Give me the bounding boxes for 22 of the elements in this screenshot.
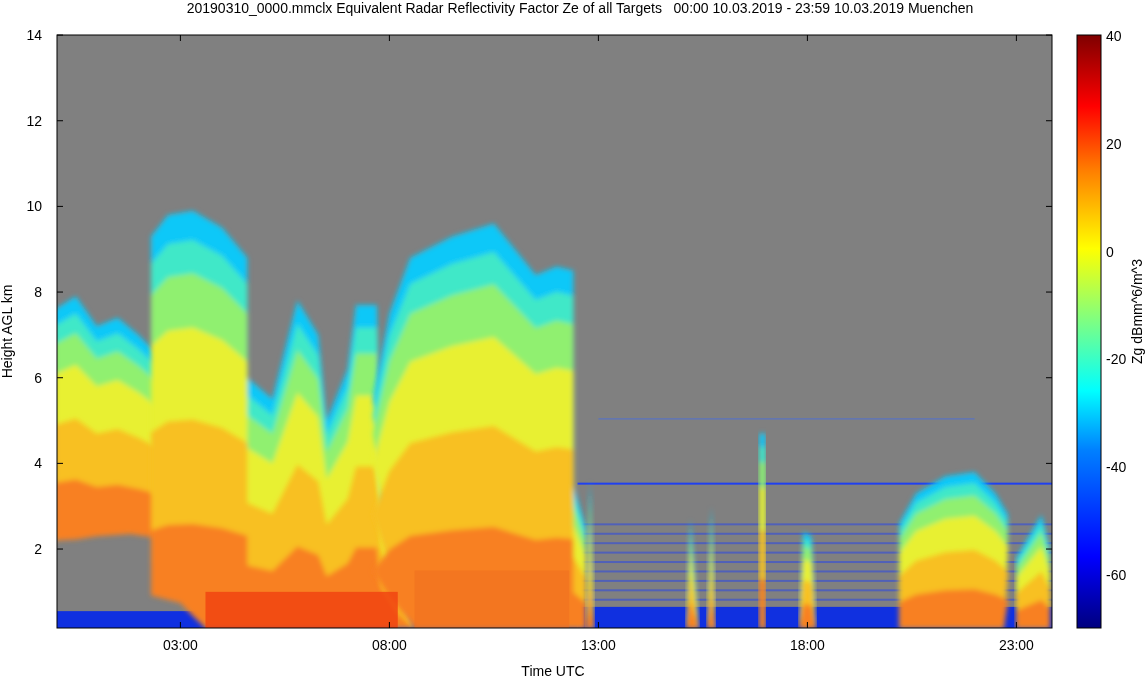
colorbar-tick-label: -20 [1106, 351, 1127, 368]
y-tick-label: 10 [26, 198, 42, 215]
chart-title: 20190310_0000.mmclx Equivalent Radar Reflectivity Factor Ze of all Targets 00:00 10.03.2019 - 23:59 10.03.2019 Muenchen [186, 0, 974, 16]
y-tick-label: 12 [26, 112, 42, 129]
colorbar-tick-label: 0 [1106, 243, 1114, 260]
y-tick-label: 8 [34, 284, 42, 301]
colorbar-label: Zg dBmm^6/m^3 [1129, 259, 1145, 364]
x-tick-label: 23:00 [998, 637, 1034, 653]
y-tick-label: 4 [34, 455, 42, 472]
colorbar-tick-label: -40 [1106, 459, 1127, 476]
x-tick-label: 08:00 [371, 637, 407, 653]
x-tick-label: 18:00 [789, 637, 825, 653]
y-tick-label: 6 [34, 369, 42, 386]
x-axis-label: Time UTC [521, 663, 585, 678]
colorbar-tick-label: -60 [1106, 567, 1127, 584]
x-tick-label: 03:00 [162, 637, 198, 653]
colorbar-tick-label: 20 [1106, 135, 1122, 152]
colorbar-tick-label: 40 [1106, 28, 1122, 44]
y-axis-label: Height AGL km [0, 284, 15, 379]
y-tick-label: 14 [26, 27, 42, 44]
y-tick-label: 2 [34, 541, 42, 558]
x-tick-label: 13:00 [580, 637, 616, 653]
